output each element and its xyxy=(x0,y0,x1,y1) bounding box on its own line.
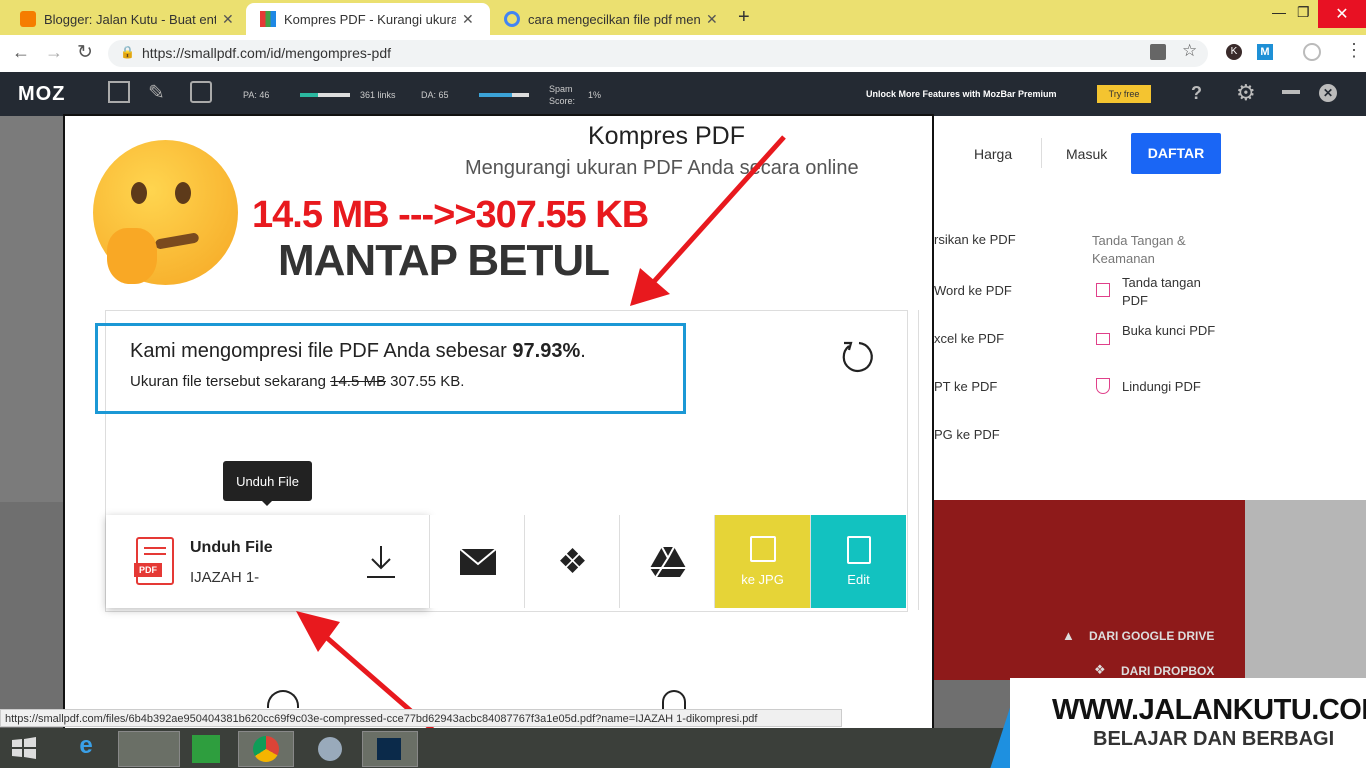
windows-start-icon[interactable] xyxy=(12,737,36,759)
internet-explorer-icon[interactable]: e xyxy=(66,732,106,764)
chrome-taskbar-icon[interactable] xyxy=(238,731,294,767)
watermark-site: WWW.JALANKUTU.COM xyxy=(1052,694,1366,726)
link-status-bar: https://smallpdf.com/files/6b4b392ae9504… xyxy=(0,709,842,727)
store-taskbar-icon[interactable] xyxy=(192,735,220,763)
app-taskbar-icon[interactable] xyxy=(306,731,356,767)
watermark-tagline: BELAJAR DAN BERBAGI xyxy=(1093,728,1335,750)
annotation-arrows xyxy=(296,135,786,747)
file-explorer-taskbar-icon[interactable] xyxy=(118,731,180,767)
photoshop-taskbar-icon[interactable] xyxy=(362,731,418,767)
